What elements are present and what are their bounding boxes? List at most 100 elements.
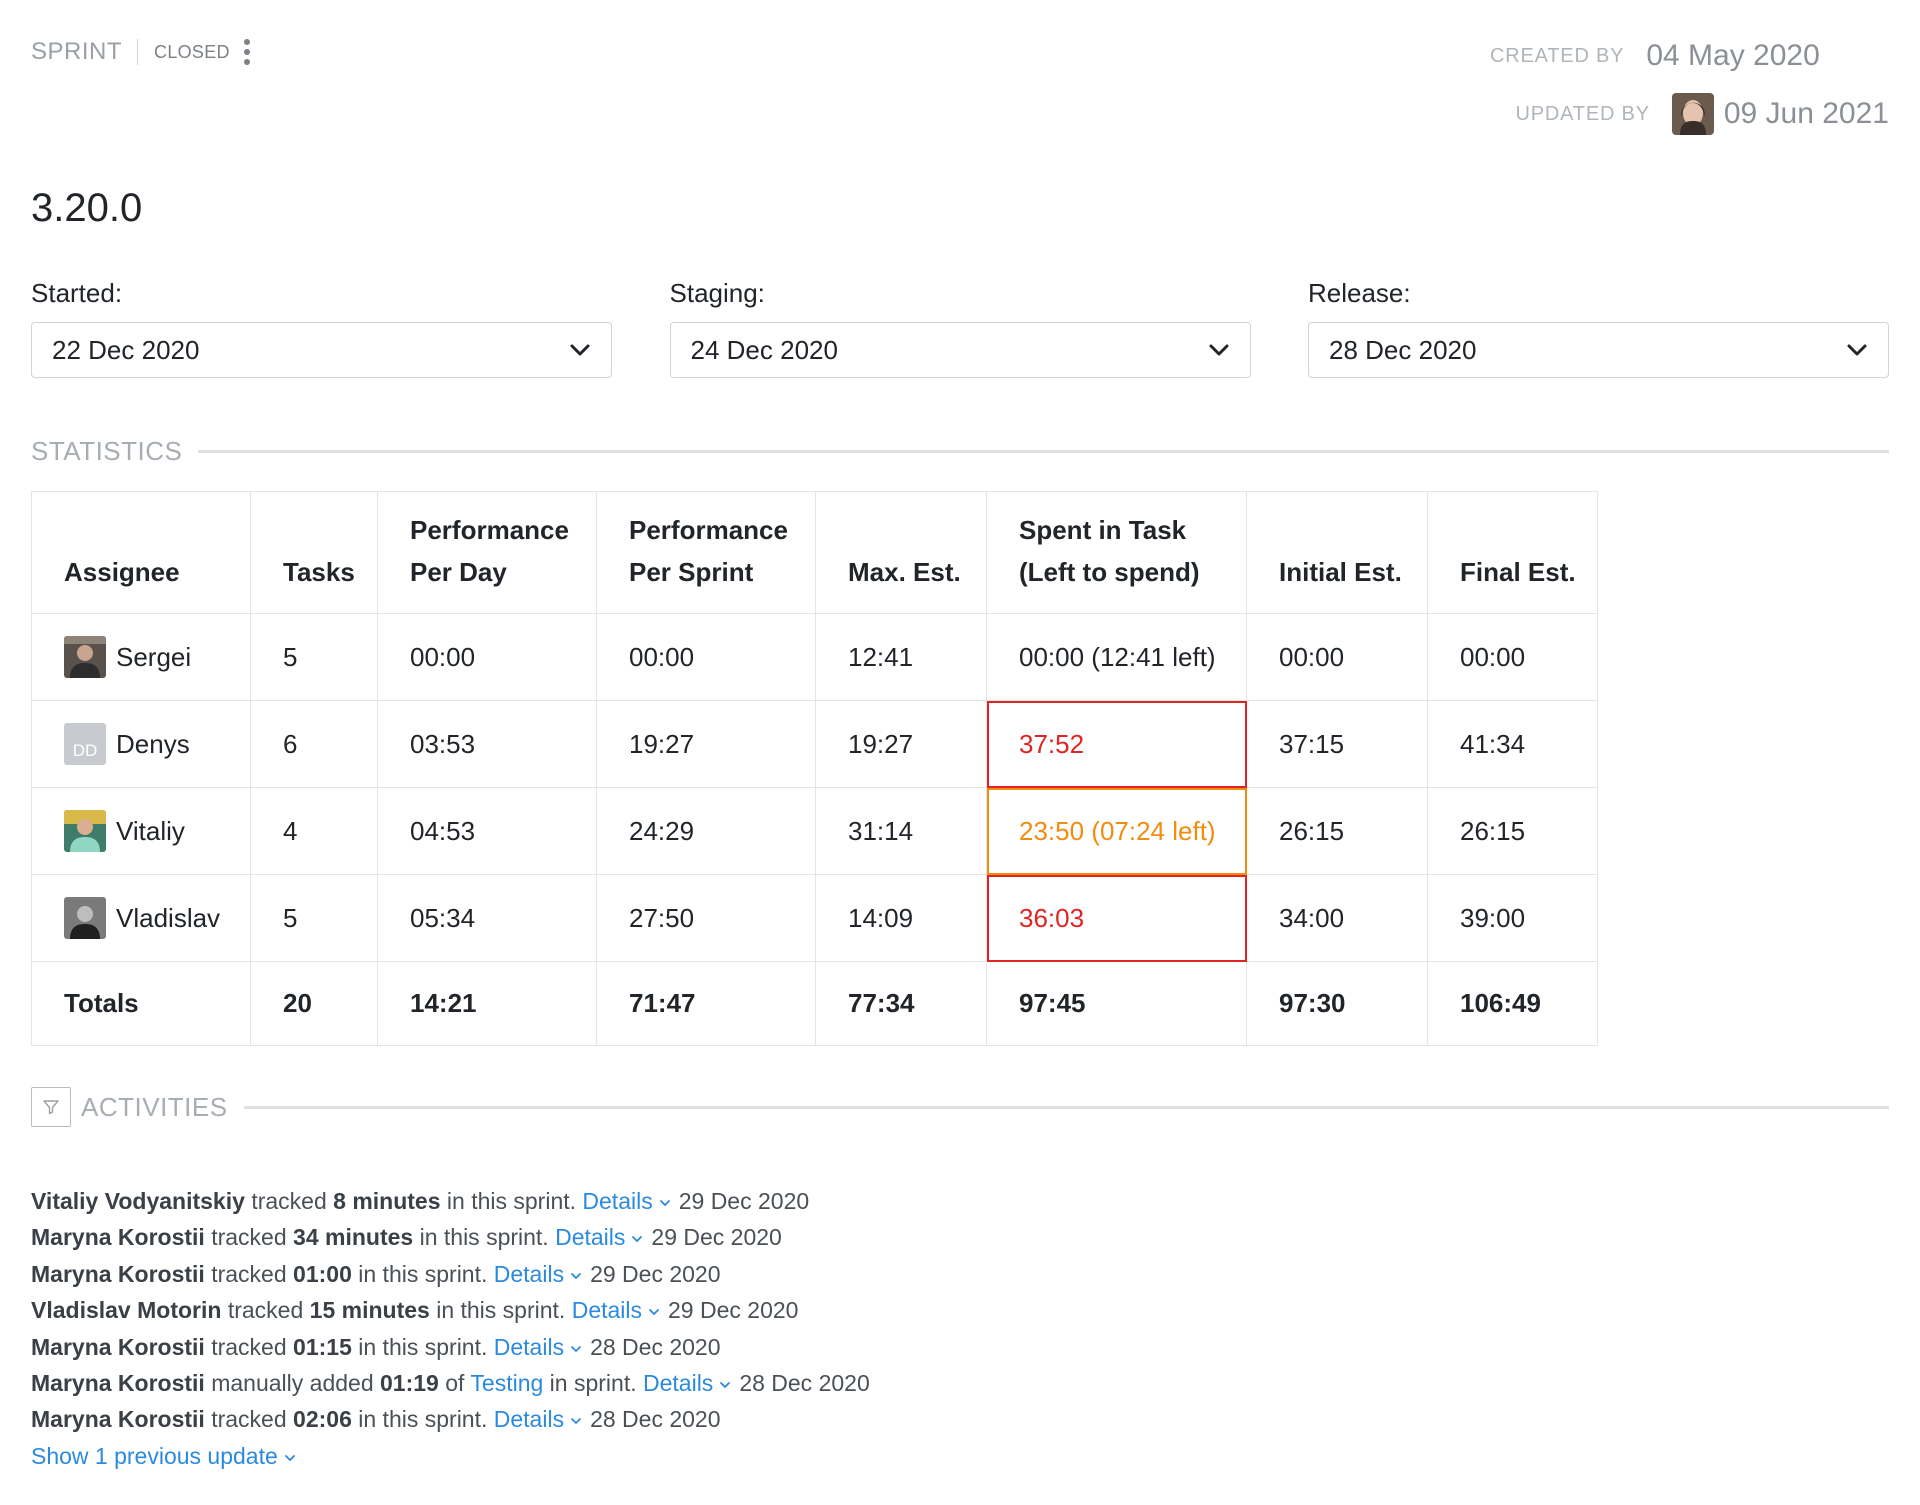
totals-row: Totals 20 14:21 71:47 77:34 97:45 97:30 … [31, 961, 1598, 1046]
spent-cell-warning: 23:50 (07:24 left) [986, 787, 1247, 875]
activity-user[interactable]: Maryna Korostii [31, 1261, 205, 1287]
initial-est-cell: 26:15 [1246, 787, 1428, 875]
details-link[interactable]: Details [494, 1406, 564, 1432]
col-assignee[interactable]: Assignee [31, 491, 251, 614]
activity-item: Maryna Korostii tracked 34 minutes in th… [31, 1224, 782, 1251]
activity-user[interactable]: Vitaliy Vodyanitskiy [31, 1188, 245, 1214]
per-sprint-cell: 27:50 [596, 874, 816, 962]
assignee-name[interactable]: Vladislav [116, 903, 220, 934]
per-day-cell: 00:00 [377, 613, 597, 701]
chevron-down-icon[interactable] [648, 1306, 660, 1318]
sprint-title[interactable]: 3.20.0 [31, 186, 142, 231]
started-select[interactable]: 22 Dec 2020 [31, 322, 612, 378]
activity-item: Maryna Korostii tracked 01:15 in this sp… [31, 1333, 721, 1360]
col-performance-per-sprint[interactable]: Performance Per Sprint [596, 491, 816, 614]
col-final-est[interactable]: Final Est. [1427, 491, 1598, 614]
assignee-name[interactable]: Vitaliy [116, 816, 185, 847]
chevron-down-icon[interactable] [570, 1270, 582, 1282]
assignee-cell: Vladislav [31, 874, 251, 962]
initial-est-cell: 00:00 [1246, 613, 1428, 701]
table-header-row: Assignee Tasks Performance Per Day Perfor… [31, 491, 1598, 614]
details-link[interactable]: Details [582, 1188, 652, 1214]
sprint-page: SPRINT CLOSED CREATED BY 04 May 2020 UPD… [31, 0, 1889, 1505]
show-more-row: Show 1 previous update [31, 1438, 870, 1474]
col-tasks[interactable]: Tasks [250, 491, 378, 614]
activities-title: ACTIVITIES [81, 1091, 228, 1122]
avatar[interactable] [64, 810, 106, 852]
updater-avatar[interactable] [1671, 93, 1714, 135]
activity-user[interactable]: Vladislav Motorin [31, 1297, 221, 1323]
entity-type-label: SPRINT [31, 38, 123, 65]
chevron-down-icon[interactable] [284, 1452, 296, 1464]
more-options-icon[interactable] [240, 39, 254, 65]
started-field: Started: 22 Dec 2020 [31, 278, 612, 378]
activity-date: 29 Dec 2020 [651, 1224, 782, 1251]
activity-date: 28 Dec 2020 [739, 1370, 870, 1397]
details-link[interactable]: Details [643, 1370, 713, 1396]
col-spent-in-task[interactable]: Spent in Task (Left to spend) [986, 491, 1247, 614]
staging-label: Staging: [669, 278, 765, 308]
assignee-name[interactable]: Denys [116, 729, 190, 760]
updated-row: UPDATED BY 09 Jun 2021 [1469, 93, 1889, 135]
sprint-dates: Started: 22 Dec 2020 Staging: 24 Dec 202… [31, 278, 1889, 378]
max-est-cell: 31:14 [815, 787, 987, 875]
activity-user[interactable]: Maryna Korostii [31, 1334, 205, 1360]
show-previous-updates-link[interactable]: Show 1 previous update [31, 1443, 278, 1469]
chevron-down-icon [1209, 344, 1228, 356]
staging-field: Staging: 24 Dec 2020 [669, 278, 1251, 378]
activity-user[interactable]: Maryna Korostii [31, 1370, 205, 1396]
col-max-est[interactable]: Max. Est. [815, 491, 987, 614]
release-label: Release: [1308, 278, 1411, 308]
details-link[interactable]: Details [494, 1261, 564, 1287]
col-performance-per-day[interactable]: Performance Per Day [377, 491, 597, 614]
assignee-name[interactable]: Sergei [116, 642, 191, 673]
activity-list: Vitaliy Vodyanitskiy tracked 8 minutes i… [31, 1183, 870, 1474]
filter-icon [43, 1100, 59, 1115]
chevron-down-icon[interactable] [659, 1197, 671, 1209]
details-link[interactable]: Details [494, 1334, 564, 1360]
max-est-cell: 12:41 [815, 613, 987, 701]
activity-user[interactable]: Maryna Korostii [31, 1406, 205, 1432]
header-divider [137, 39, 139, 65]
chevron-down-icon[interactable] [570, 1415, 582, 1427]
release-select[interactable]: 28 Dec 2020 [1308, 322, 1889, 378]
activity-item: Maryna Korostii tracked 01:00 in this sp… [31, 1260, 721, 1287]
per-day-cell: 04:53 [377, 787, 597, 875]
activity-item: Vladislav Motorin tracked 15 minutes in … [31, 1297, 799, 1324]
max-est-cell: 19:27 [815, 700, 987, 788]
avatar-initials[interactable]: DD [64, 723, 106, 765]
chevron-down-icon[interactable] [631, 1233, 643, 1245]
assignee-cell: Sergei [31, 613, 251, 701]
filter-button[interactable] [31, 1087, 71, 1127]
col-initial-est[interactable]: Initial Est. [1246, 491, 1428, 614]
activity-date: 28 Dec 2020 [590, 1406, 721, 1433]
statistics-table: Assignee Tasks Performance Per Day Perfor… [31, 491, 1598, 1046]
meta-info: CREATED BY 04 May 2020 UPDATED BY 09 Jun… [1469, 36, 1889, 152]
tasks-cell: 5 [250, 874, 378, 962]
task-link[interactable]: Testing [470, 1370, 543, 1396]
chevron-down-icon[interactable] [570, 1343, 582, 1355]
chevron-down-icon [1847, 344, 1867, 356]
per-sprint-cell: 24:29 [596, 787, 816, 875]
created-row: CREATED BY 04 May 2020 [1469, 36, 1889, 76]
details-link[interactable]: Details [572, 1297, 642, 1323]
created-date: 04 May 2020 [1646, 39, 1820, 72]
staging-select[interactable]: 24 Dec 2020 [669, 322, 1251, 378]
avatar[interactable] [64, 897, 106, 939]
started-label: Started: [31, 278, 123, 308]
release-field: Release: 28 Dec 2020 [1308, 278, 1889, 378]
spent-cell-over: 37:52 [986, 700, 1247, 788]
final-est-cell: 26:15 [1427, 787, 1598, 875]
per-sprint-cell: 19:27 [596, 700, 816, 788]
updated-by-label: UPDATED BY [1515, 102, 1650, 125]
activity-item: Maryna Korostii tracked 02:06 in this sp… [31, 1406, 721, 1433]
table-row: Vladislav 5 05:34 27:50 14:09 36:03 34:0… [31, 874, 1598, 962]
activity-user[interactable]: Maryna Korostii [31, 1224, 205, 1250]
details-link[interactable]: Details [555, 1224, 625, 1250]
assignee-cell: DD Denys [31, 700, 251, 788]
staging-value: 24 Dec 2020 [690, 334, 838, 365]
chevron-down-icon[interactable] [719, 1379, 731, 1391]
status-badge[interactable]: CLOSED [154, 42, 230, 63]
per-day-cell: 05:34 [377, 874, 597, 962]
avatar[interactable] [64, 636, 106, 678]
